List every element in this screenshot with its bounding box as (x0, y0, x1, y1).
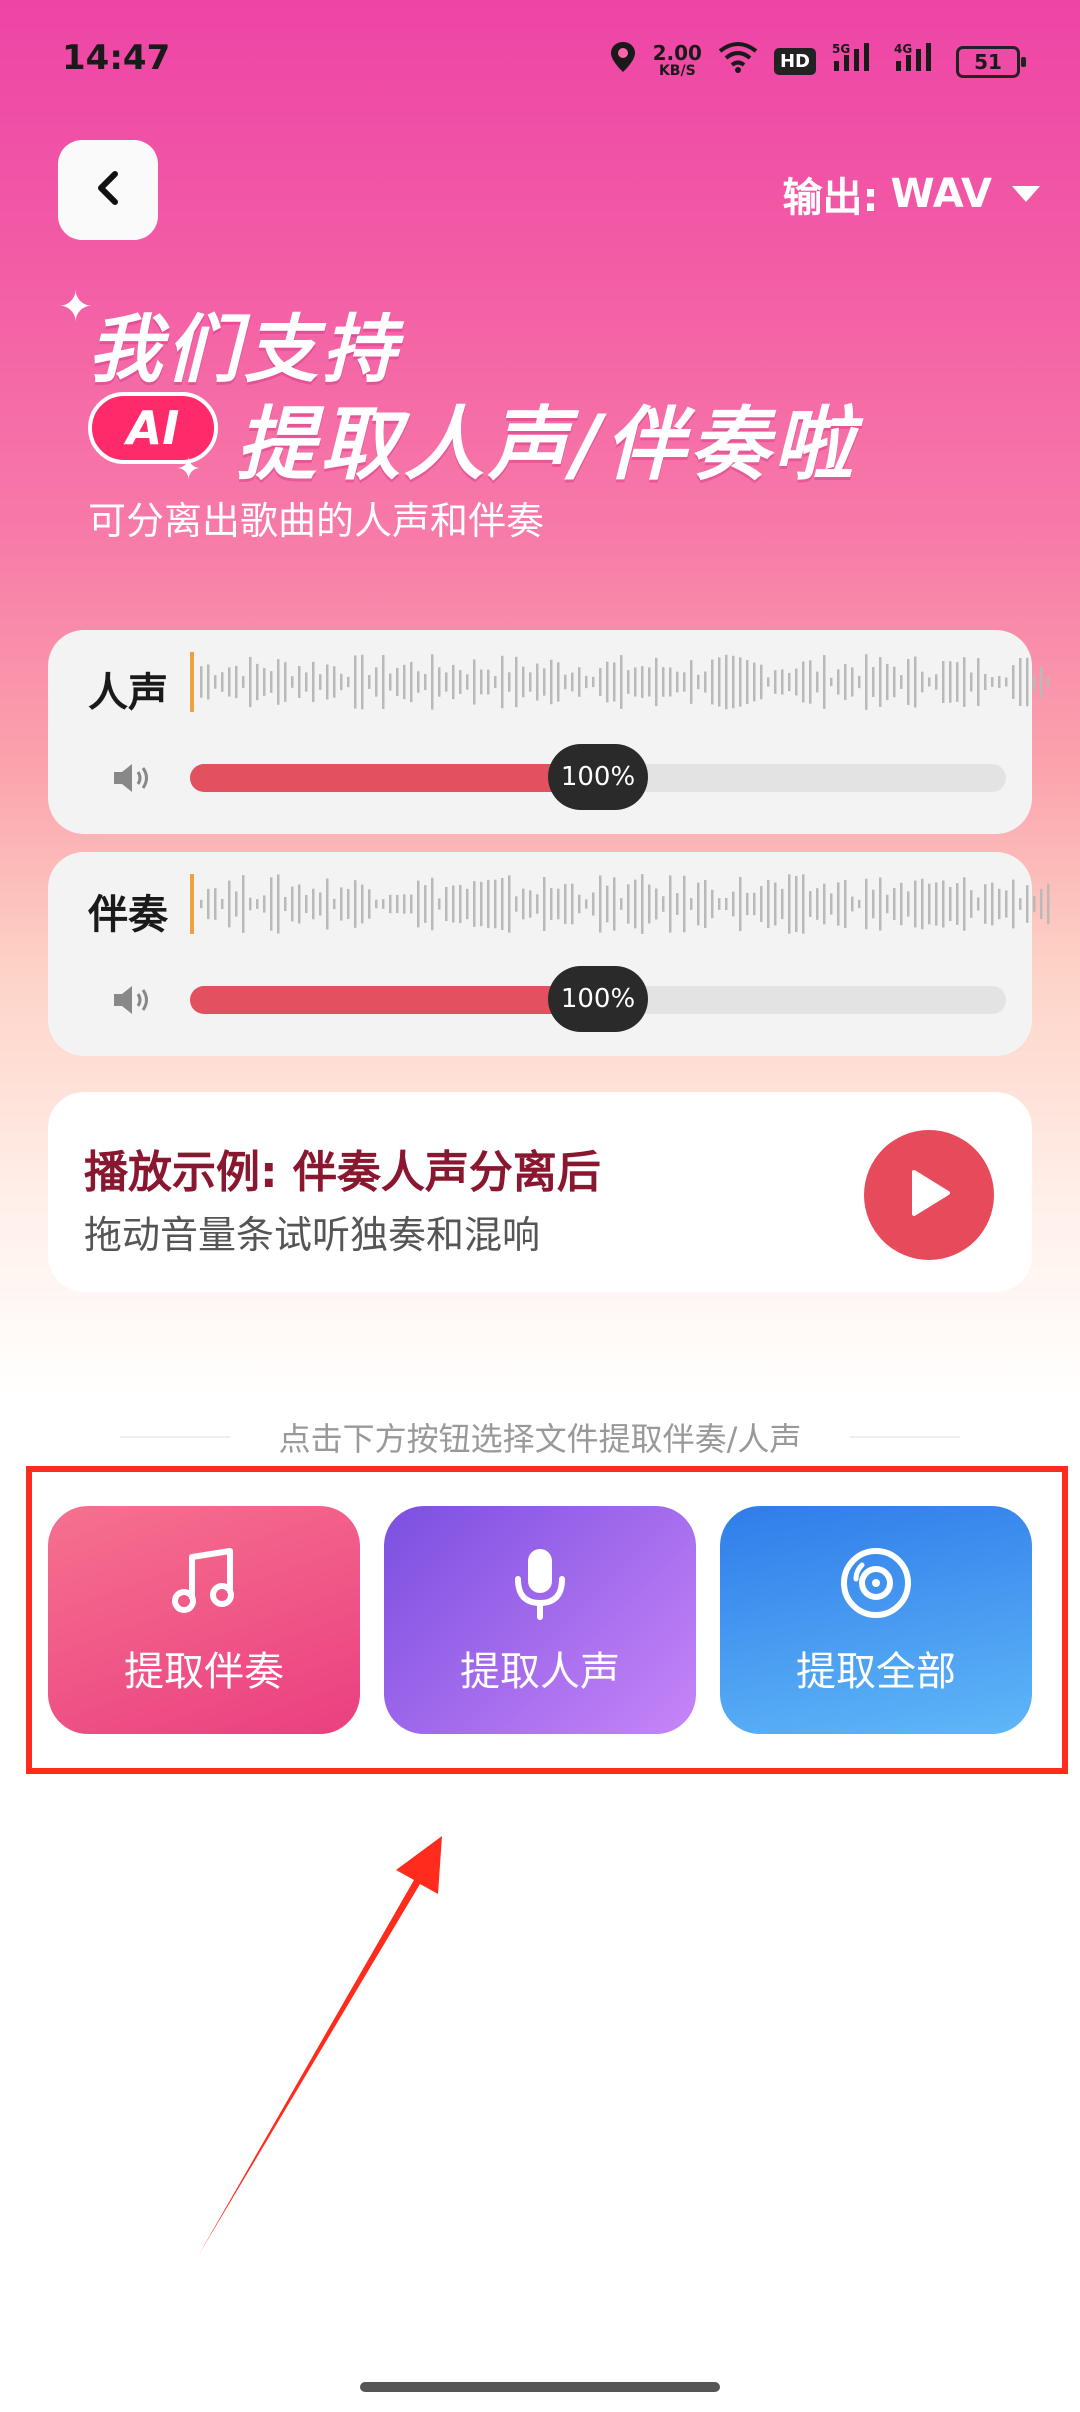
accompaniment-volume-slider[interactable]: 100% (190, 966, 1006, 1032)
net-speed-unit: KB/S (658, 62, 696, 79)
svg-text:4G: 4G (894, 42, 912, 56)
waveform-accompaniment (190, 874, 1050, 934)
output-format-selector[interactable]: 输出: WAV (782, 165, 1040, 223)
demo-card: 播放示例: 伴奏人声分离后 拖动音量条试听独奏和混响 (48, 1092, 1032, 1292)
net-speed-value: 2.00 (652, 40, 702, 65)
wifi-icon (718, 41, 758, 82)
divider (850, 1436, 960, 1438)
highlight-box (26, 1466, 1068, 1774)
net-speed: 2.00 KB/S (652, 40, 702, 80)
waveform-vocal (190, 652, 1050, 712)
vocal-volume-slider[interactable]: 100% (190, 744, 1006, 810)
accompaniment-track-card: 伴奏 100% (48, 852, 1050, 1056)
slider-fill (190, 986, 598, 1014)
play-icon (906, 1168, 952, 1222)
battery-icon: 51 (956, 45, 1026, 78)
play-button[interactable] (864, 1130, 994, 1260)
svg-text:5G: 5G (832, 42, 850, 56)
slider-thumb[interactable]: 100% (548, 744, 648, 810)
location-icon (609, 40, 637, 83)
demo-title: 播放示例: 伴奏人声分离后 (84, 1147, 601, 1198)
signal-4g-icon: 4G (894, 41, 940, 82)
signal-5g-icon: 5G (832, 41, 878, 82)
track-label-accompaniment: 伴奏 (88, 892, 168, 938)
volume-value: 100% (560, 762, 636, 792)
output-value: WAV (890, 171, 992, 217)
status-time: 14:47 (62, 38, 171, 78)
home-indicator[interactable] (360, 2382, 720, 2392)
volume-value: 100% (560, 984, 636, 1014)
hd-icon: HD (773, 48, 816, 75)
speaker-icon[interactable] (110, 980, 154, 1024)
caret-down-icon (1012, 186, 1040, 202)
status-bar: 14:47 2.00 KB/S HD 5G 4G 51 (62, 38, 1040, 88)
chevron-left-icon (93, 168, 123, 212)
output-label: 输出: (782, 175, 879, 221)
slider-thumb[interactable]: 100% (548, 966, 648, 1032)
hero-subtitle: 可分离出歌曲的人声和伴奏 (88, 499, 545, 543)
hero-line-2: 提取人声/伴奏啦 (236, 398, 858, 491)
sparkle-icon: ✦ (176, 452, 202, 487)
vocal-track-card: 人声 100% (48, 630, 1050, 834)
slider-fill (190, 764, 598, 792)
status-icons: 2.00 KB/S HD 5G 4G 51 (609, 40, 1026, 83)
speaker-icon[interactable] (110, 758, 154, 802)
demo-description: 拖动音量条试听独奏和混响 (84, 1213, 541, 1257)
back-button[interactable] (58, 140, 158, 240)
track-label-vocal: 人声 (88, 670, 168, 716)
